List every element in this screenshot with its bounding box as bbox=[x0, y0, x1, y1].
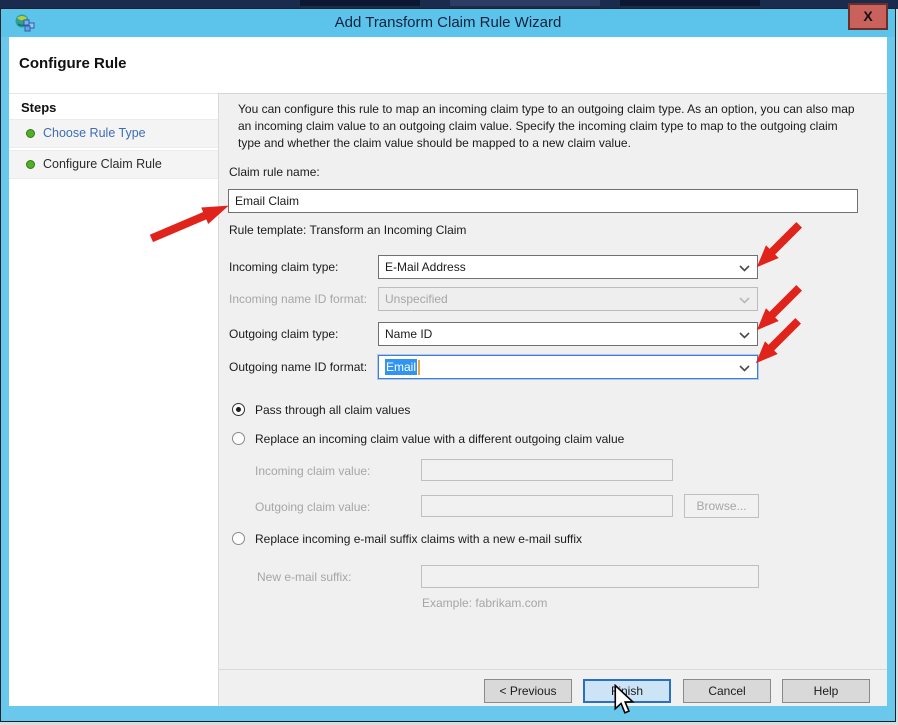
content-panel: You can configure this rule to map an in… bbox=[218, 93, 887, 706]
suffix-example-text: Example: fabrikam.com bbox=[422, 596, 547, 610]
footer-separator bbox=[219, 669, 887, 670]
page-title: Configure Rule bbox=[19, 55, 127, 72]
radio-replace-email-suffix[interactable] bbox=[232, 532, 245, 545]
chevron-down-icon bbox=[739, 297, 750, 304]
previous-button[interactable]: < Previous bbox=[484, 679, 572, 703]
outgoing-claim-type-label: Outgoing claim type: bbox=[229, 327, 338, 341]
text-caret bbox=[418, 360, 420, 375]
outgoing-name-id-format-select[interactable]: Email bbox=[378, 355, 758, 379]
incoming-claim-value-input bbox=[421, 459, 673, 481]
rule-template-text: Rule template: Transform an Incoming Cla… bbox=[229, 223, 466, 237]
browse-button: Browse... bbox=[684, 494, 759, 518]
new-email-suffix-input bbox=[421, 565, 759, 588]
outgoing-claim-value-input bbox=[421, 495, 673, 517]
selected-value: Unspecified bbox=[385, 292, 448, 306]
chevron-down-icon bbox=[739, 332, 750, 339]
step-complete-dot-icon bbox=[26, 160, 35, 169]
outgoing-claim-type-select[interactable]: Name ID bbox=[378, 322, 758, 346]
sidebar-item-configure-claim-rule[interactable]: Configure Claim Rule bbox=[9, 150, 218, 179]
selected-value-highlighted: Email bbox=[385, 359, 417, 375]
chevron-down-icon bbox=[739, 265, 750, 272]
mouse-cursor bbox=[612, 684, 636, 716]
sidebar-item-choose-rule-type[interactable]: Choose Rule Type bbox=[9, 119, 218, 148]
sidebar-item-label: Choose Rule Type bbox=[43, 119, 146, 148]
radio-pass-through-label: Pass through all claim values bbox=[255, 403, 410, 417]
step-complete-dot-icon bbox=[26, 129, 35, 138]
help-button[interactable]: Help bbox=[782, 679, 870, 703]
incoming-claim-value-label: Incoming claim value: bbox=[255, 464, 370, 478]
window-title: Add Transform Claim Rule Wizard bbox=[1, 14, 895, 31]
incoming-claim-type-select[interactable]: E-Mail Address bbox=[378, 255, 758, 279]
radio-replace-claim-value-label: Replace an incoming claim value with a d… bbox=[255, 432, 624, 446]
titlebar[interactable]: Add Transform Claim Rule Wizard bbox=[1, 9, 895, 37]
sidebar-item-label: Configure Claim Rule bbox=[43, 150, 162, 179]
steps-title: Steps bbox=[9, 94, 218, 119]
incoming-name-id-format-select: Unspecified bbox=[378, 287, 758, 311]
claim-rule-name-input[interactable] bbox=[228, 189, 858, 213]
incoming-claim-type-label: Incoming claim type: bbox=[229, 260, 338, 274]
new-email-suffix-label: New e-mail suffix: bbox=[257, 570, 351, 584]
outgoing-name-id-format-label: Outgoing name ID format: bbox=[229, 360, 367, 374]
radio-replace-claim-value[interactable] bbox=[232, 432, 245, 445]
radio-pass-through[interactable] bbox=[232, 403, 245, 416]
chevron-down-icon bbox=[739, 365, 750, 372]
selected-value: Name ID bbox=[385, 327, 432, 341]
selected-value: E-Mail Address bbox=[385, 260, 466, 274]
steps-sidebar: Steps Choose Rule Type Configure Claim R… bbox=[9, 93, 218, 706]
header-band: Configure Rule bbox=[9, 37, 887, 93]
claim-rule-name-label: Claim rule name: bbox=[229, 165, 320, 179]
dialog-body: Configure Rule Steps Choose Rule Type Co… bbox=[9, 37, 887, 706]
close-button[interactable]: X bbox=[848, 3, 888, 30]
outgoing-claim-value-label: Outgoing claim value: bbox=[255, 500, 370, 514]
cancel-button[interactable]: Cancel bbox=[683, 679, 771, 703]
incoming-name-id-format-label: Incoming name ID format: bbox=[229, 292, 367, 306]
rule-description: You can configure this rule to map an in… bbox=[238, 101, 862, 152]
radio-replace-email-suffix-label: Replace incoming e-mail suffix claims wi… bbox=[255, 532, 582, 546]
